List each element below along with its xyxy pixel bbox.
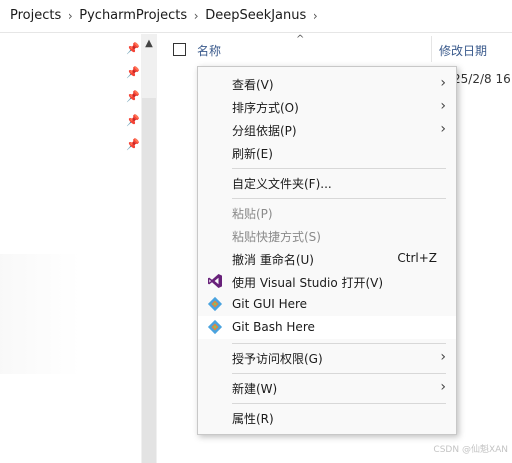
menu-item-label: 撤消 重命名(U): [232, 253, 314, 267]
chevron-right-icon: ›: [440, 75, 446, 91]
menu-item-label: Git Bash Here: [232, 320, 315, 334]
menu-item-label: Git GUI Here: [232, 297, 308, 311]
chevron-right-icon: ›: [440, 121, 446, 137]
pin-icon: 📌: [126, 66, 140, 79]
column-header-modified[interactable]: 修改日期: [439, 42, 487, 59]
context-menu: 查看(V) › 排序方式(O) › 分组依据(P) › 刷新(E) 自定义文件夹…: [197, 66, 457, 435]
menu-item-git-gui-here[interactable]: Git GUI Here: [198, 293, 456, 316]
menu-item-label: 自定义文件夹(F)...: [232, 177, 332, 191]
menu-separator: [232, 403, 446, 404]
menu-item-label: 查看(V): [232, 78, 274, 92]
file-list-header: 名称 ^ 修改日期: [160, 34, 512, 64]
menu-item-customize-folder[interactable]: 自定义文件夹(F)...: [198, 171, 456, 194]
menu-separator: [232, 168, 446, 169]
menu-item-label: 粘贴(P): [232, 207, 273, 221]
file-row-modified-date: 25/2/8 16:: [453, 72, 512, 86]
breadcrumb-deepseekjanus[interactable]: DeepSeekJanus: [205, 8, 306, 23]
nav-scrollbar-thumb[interactable]: [142, 98, 156, 463]
menu-separator: [232, 198, 446, 199]
menu-item-sort-by[interactable]: 排序方式(O) ›: [198, 95, 456, 118]
menu-item-label: 分组依据(P): [232, 124, 297, 138]
menu-item-view[interactable]: 查看(V) ›: [198, 72, 456, 95]
pin-icon: 📌: [126, 42, 140, 55]
chevron-right-icon: ›: [440, 349, 446, 365]
menu-item-label: 新建(W): [232, 382, 278, 396]
breadcrumb-pycharmprojects[interactable]: PycharmProjects: [79, 8, 187, 23]
chevron-right-icon: ›: [440, 379, 446, 395]
menu-item-label: 使用 Visual Studio 打开(V): [232, 276, 384, 290]
blurred-region: [0, 254, 80, 374]
breadcrumb: Projects › PycharmProjects › DeepSeekJan…: [10, 8, 324, 23]
pin-icon: 📌: [126, 90, 140, 103]
menu-item-label: 属性(R): [232, 412, 274, 426]
menu-item-label: 刷新(E): [232, 147, 273, 161]
address-bar[interactable]: Projects › PycharmProjects › DeepSeekJan…: [0, 0, 512, 33]
pin-icon: 📌: [126, 114, 140, 127]
git-icon: [207, 319, 223, 335]
git-icon: [207, 296, 223, 312]
menu-item-undo-rename[interactable]: 撤消 重命名(U) Ctrl+Z: [198, 247, 456, 270]
menu-item-label: 粘贴快捷方式(S): [232, 230, 321, 244]
watermark: CSDN @仙魁XAN: [433, 445, 508, 455]
menu-item-git-bash-here[interactable]: Git Bash Here: [198, 316, 456, 339]
menu-item-give-access[interactable]: 授予访问权限(G) ›: [198, 346, 456, 369]
chevron-right-icon: ›: [440, 98, 446, 114]
visual-studio-icon: [207, 273, 223, 289]
menu-item-label: 排序方式(O): [232, 101, 299, 115]
column-divider[interactable]: [431, 36, 432, 62]
scroll-up-icon[interactable]: ▲: [141, 36, 157, 52]
chevron-right-icon[interactable]: ›: [61, 9, 79, 23]
menu-item-label: 授予访问权限(G): [232, 352, 323, 366]
menu-separator: [232, 373, 446, 374]
chevron-right-icon[interactable]: ›: [306, 9, 324, 23]
sort-ascending-icon: ^: [296, 34, 305, 45]
chevron-right-icon[interactable]: ›: [187, 9, 205, 23]
breadcrumb-projects[interactable]: Projects: [10, 8, 61, 23]
menu-item-shortcut: Ctrl+Z: [397, 251, 437, 265]
menu-item-refresh[interactable]: 刷新(E): [198, 141, 456, 164]
menu-item-paste: 粘贴(P): [198, 201, 456, 224]
menu-item-properties[interactable]: 属性(R): [198, 406, 456, 429]
pin-icon: 📌: [126, 138, 140, 151]
menu-separator: [232, 343, 446, 344]
menu-item-paste-shortcut: 粘贴快捷方式(S): [198, 224, 456, 247]
column-header-name[interactable]: 名称: [197, 42, 221, 59]
select-all-checkbox[interactable]: [173, 43, 186, 56]
menu-item-open-with-visual-studio[interactable]: 使用 Visual Studio 打开(V): [198, 270, 456, 293]
menu-item-group-by[interactable]: 分组依据(P) ›: [198, 118, 456, 141]
menu-item-new[interactable]: 新建(W) ›: [198, 376, 456, 399]
